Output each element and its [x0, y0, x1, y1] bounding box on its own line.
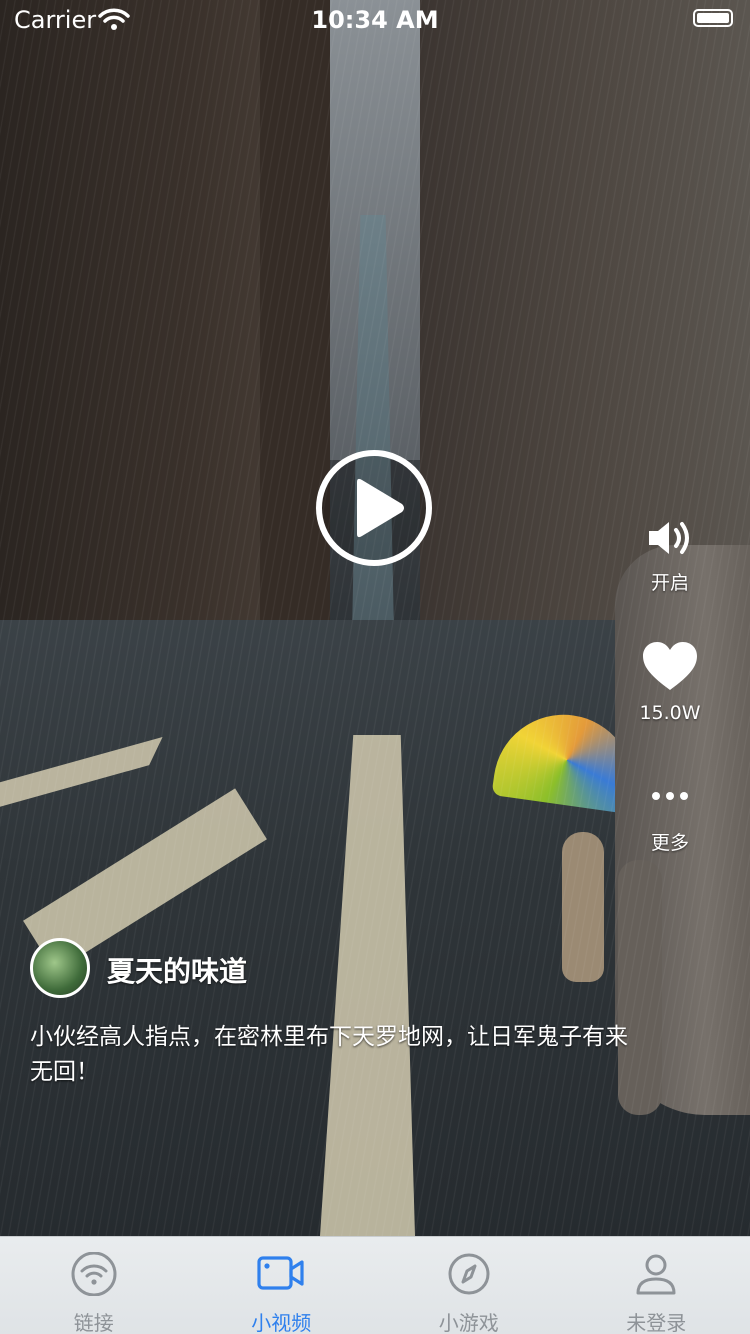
- speaker-icon: [649, 522, 689, 554]
- tab-account[interactable]: 未登录: [563, 1237, 750, 1334]
- video-screen: Carrier 10:34 AM 开启 15.0W 更多 夏天的味道 小伙经高人…: [0, 0, 750, 1334]
- like-count: 15.0W: [639, 702, 701, 724]
- tab-mini-game[interactable]: 小游戏: [375, 1237, 563, 1334]
- sound-label: 开启: [650, 572, 689, 594]
- tab-link[interactable]: 链接: [0, 1237, 188, 1334]
- tab-bar: 链接 小视频 小游戏 未登录: [0, 1236, 750, 1334]
- more-button[interactable]: 更多: [630, 786, 710, 855]
- tab-short-video[interactable]: 小视频: [188, 1237, 376, 1334]
- author-name[interactable]: 夏天的味道: [107, 950, 247, 990]
- status-bar: Carrier 10:34 AM: [0, 0, 750, 40]
- more-label: 更多: [650, 832, 689, 854]
- battery-icon: [693, 9, 733, 27]
- like-button[interactable]: 15.0W: [630, 640, 710, 724]
- tab-mini-game-label: 小游戏: [438, 1311, 499, 1334]
- play-icon[interactable]: [315, 449, 433, 567]
- tab-link-label: 链接: [73, 1311, 114, 1334]
- heart-icon: [643, 642, 697, 690]
- video-camera-icon: [257, 1256, 304, 1290]
- wifi-icon: [71, 1252, 117, 1296]
- status-time: 10:34 AM: [311, 6, 439, 34]
- ellipsis-icon: [652, 792, 688, 800]
- tab-account-label: 未登录: [626, 1311, 687, 1334]
- user-icon: [636, 1254, 676, 1295]
- compass-icon: [448, 1253, 490, 1295]
- author-avatar[interactable]: [30, 938, 90, 998]
- tab-short-video-label: 小视频: [251, 1311, 312, 1334]
- video-caption: 小伙经高人指点，在密林里布下天罗地网，让日军鬼子有来无回！: [30, 1024, 628, 1085]
- sound-toggle-button[interactable]: 开启: [630, 518, 710, 595]
